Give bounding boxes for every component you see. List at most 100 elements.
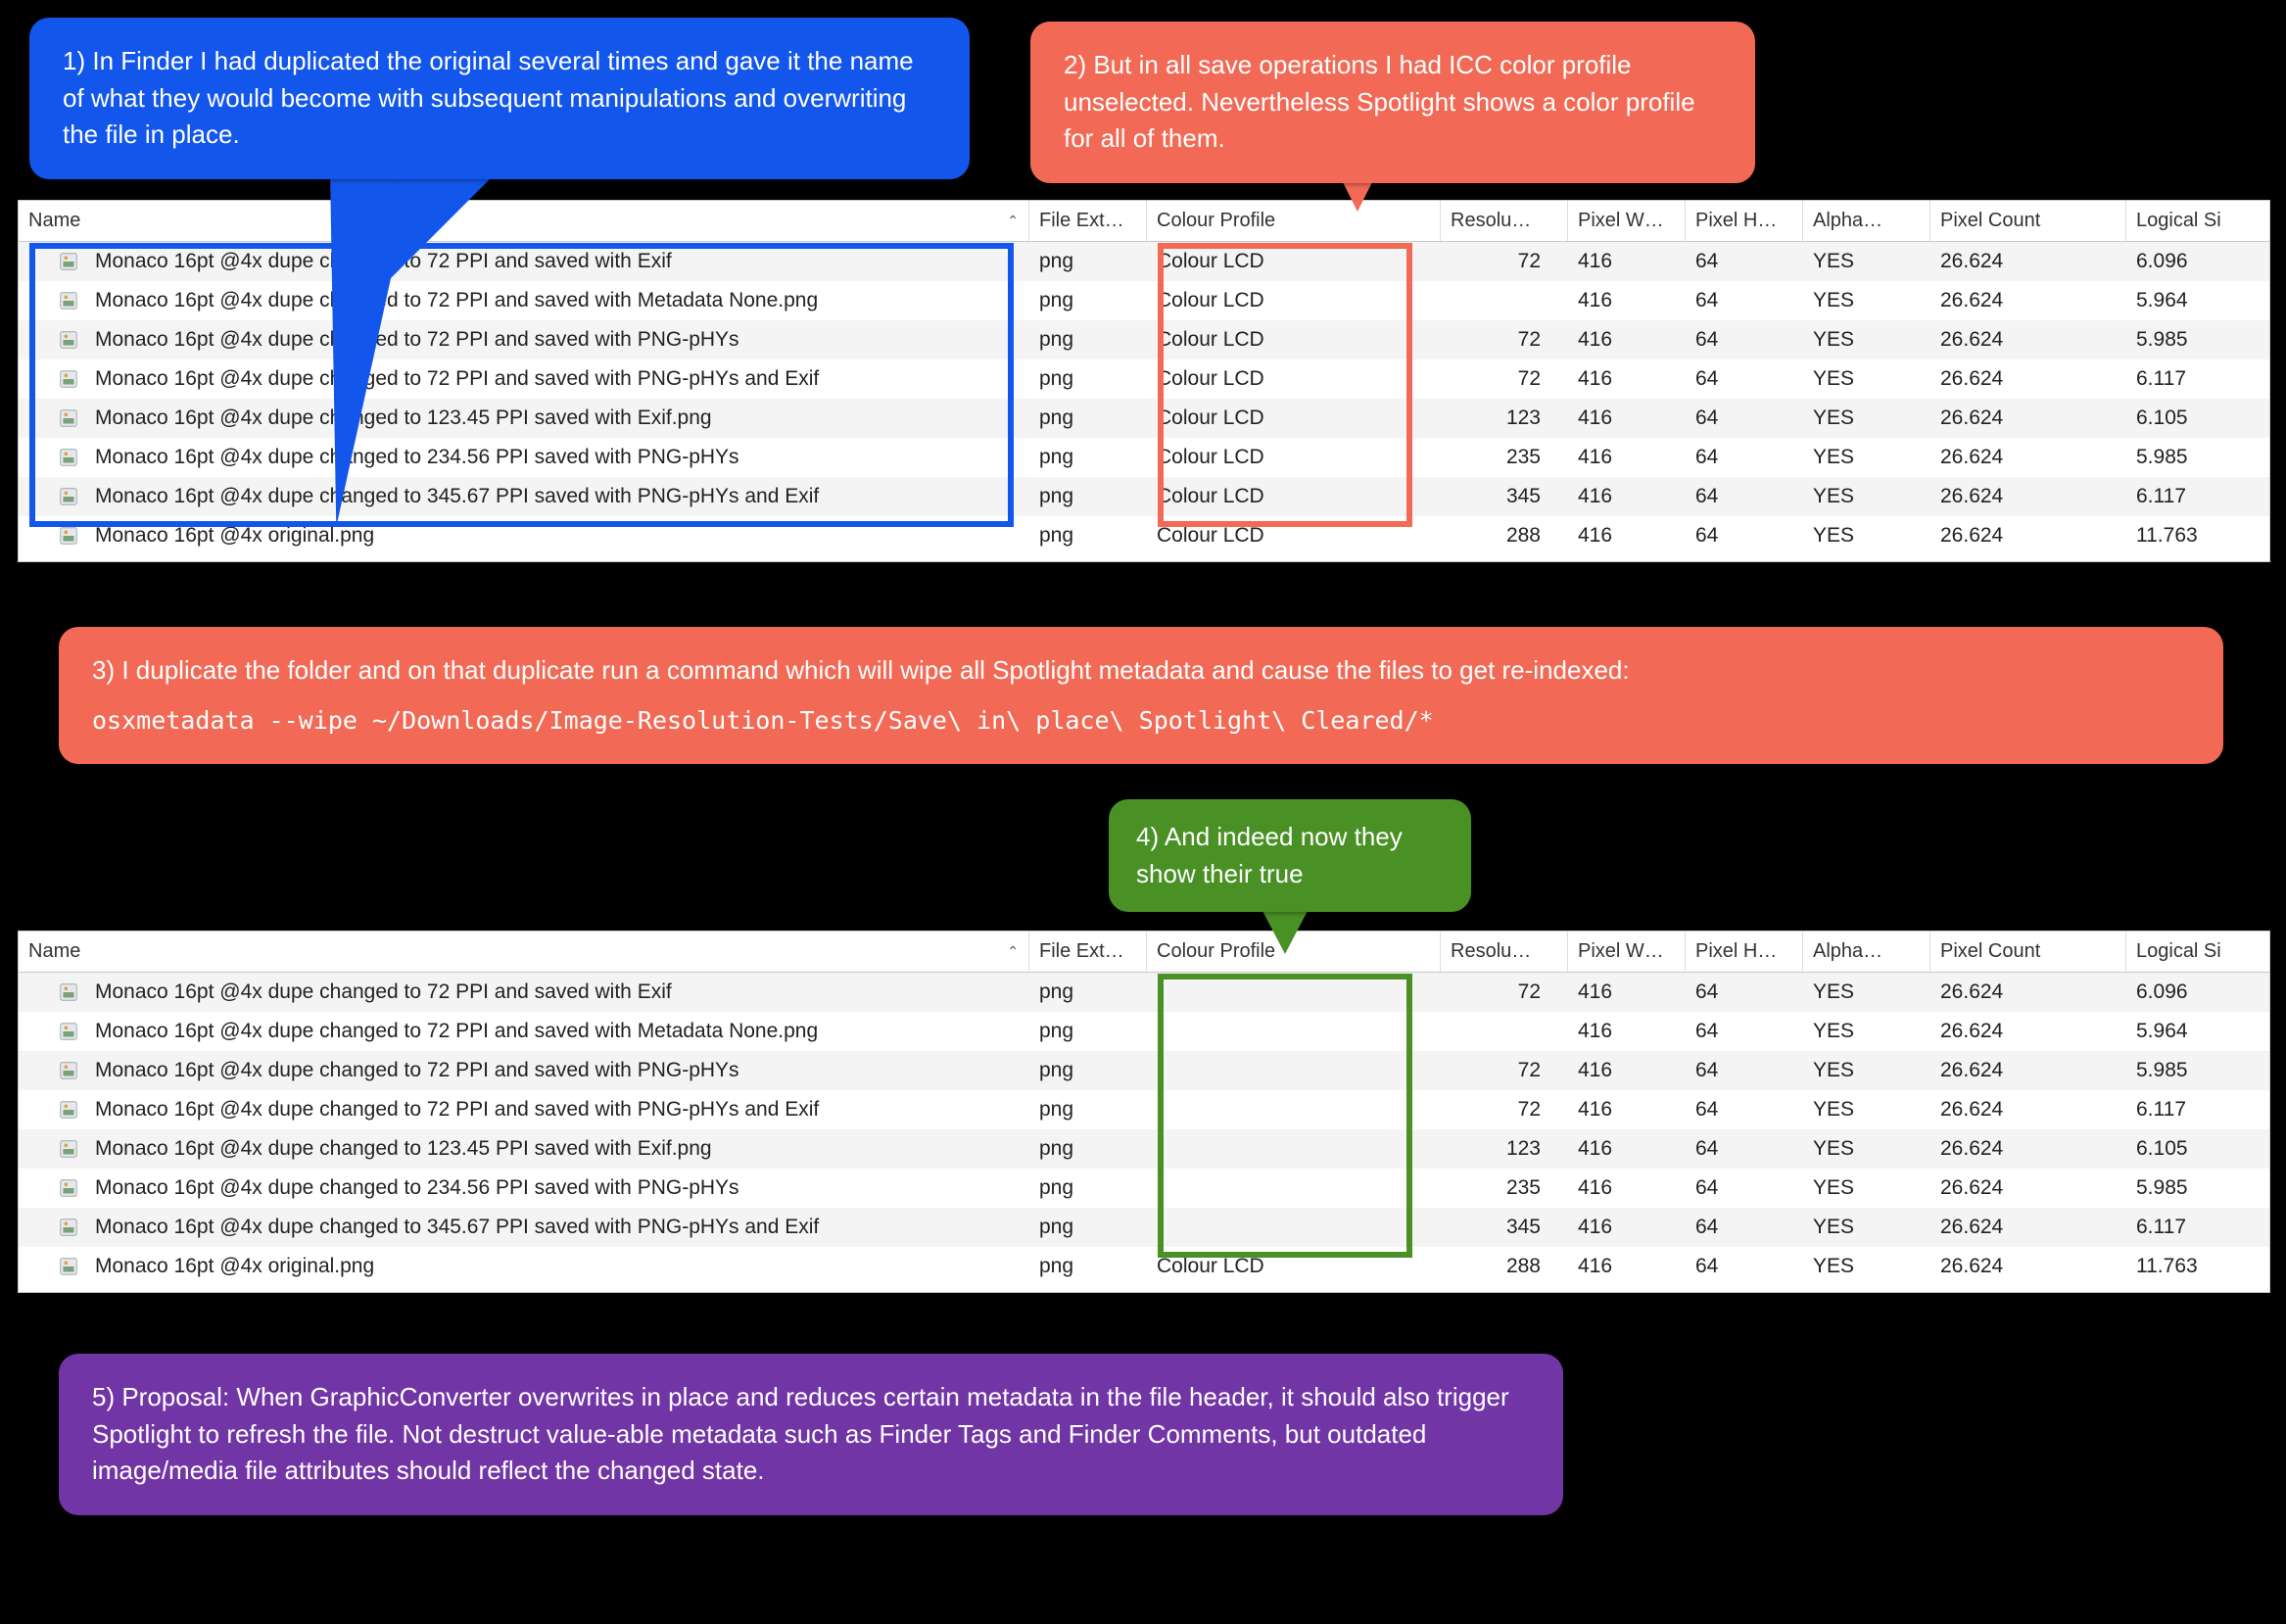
cell-colour-profile: Colour LCD [1147,446,1441,469]
cell-resolution: 72 [1441,250,1568,273]
cell-alpha: YES [1803,1020,1930,1043]
col-pixel-height[interactable]: Pixel H… [1686,931,1803,972]
cell-logical-size: 6.096 [2126,250,2263,273]
cell-colour-profile: Colour LCD [1147,406,1441,430]
cell-ext: png [1029,328,1147,352]
col-file-ext[interactable]: File Ext… [1029,201,1147,241]
table-row[interactable]: Monaco 16pt @4x dupe changed to 72 PPI a… [19,1090,2269,1129]
table-row[interactable]: Monaco 16pt @4x original.pngpngColour LC… [19,1247,2269,1286]
col-alpha[interactable]: Alpha… [1803,931,1930,972]
cell-logical-size: 6.117 [2126,367,2263,391]
cell-resolution: 123 [1441,406,1568,430]
cell-pixel-count: 26.624 [1930,1176,2126,1200]
cell-ext: png [1029,980,1147,1004]
col-pixel-width[interactable]: Pixel W… [1568,201,1686,241]
cell-pixel-count: 26.624 [1930,446,2126,469]
col-pixel-count[interactable]: Pixel Count [1930,201,2126,241]
cell-alpha: YES [1803,328,1930,352]
cell-pixel-height: 64 [1686,1255,1803,1278]
cell-resolution: 288 [1441,524,1568,548]
cell-alpha: YES [1803,1216,1930,1239]
table-row[interactable]: Monaco 16pt @4x dupe changed to 234.56 P… [19,1169,2269,1208]
cell-colour-profile: Colour LCD [1147,1255,1441,1278]
cell-ext: png [1029,1137,1147,1161]
col-pixel-width[interactable]: Pixel W… [1568,931,1686,972]
file-name: Monaco 16pt @4x dupe changed to 123.45 P… [95,406,712,430]
cell-pixel-height: 64 [1686,328,1803,352]
cell-logical-size: 5.985 [2126,1176,2263,1200]
col-resolution[interactable]: Resolu… [1441,201,1568,241]
cell-pixel-width: 416 [1568,328,1686,352]
file-name: Monaco 16pt @4x dupe changed to 234.56 P… [95,1176,739,1200]
cell-pixel-width: 416 [1568,1216,1686,1239]
speech-tail-icon [1262,909,1309,954]
cell-pixel-count: 26.624 [1930,328,2126,352]
col-name[interactable]: Name⌃ [19,201,1029,241]
file-name: Monaco 16pt @4x dupe changed to 72 PPI a… [95,289,818,312]
file-name: Monaco 16pt @4x dupe changed to 345.67 P… [95,1216,819,1239]
image-file-icon [56,1177,81,1199]
cell-logical-size: 5.985 [2126,328,2263,352]
cell-alpha: YES [1803,250,1930,273]
cell-resolution: 345 [1441,485,1568,508]
cell-pixel-width: 416 [1568,406,1686,430]
cell-alpha: YES [1803,1255,1930,1278]
cell-pixel-width: 416 [1568,289,1686,312]
cell-pixel-width: 416 [1568,485,1686,508]
cell-alpha: YES [1803,524,1930,548]
cell-resolution: 72 [1441,328,1568,352]
file-name: Monaco 16pt @4x dupe changed to 72 PPI a… [95,367,819,391]
cell-ext: png [1029,367,1147,391]
cell-ext: png [1029,1255,1147,1278]
cell-pixel-height: 64 [1686,367,1803,391]
file-name: Monaco 16pt @4x dupe changed to 72 PPI a… [95,1059,739,1082]
col-pixel-count[interactable]: Pixel Count [1930,931,2126,972]
cell-resolution: 123 [1441,1137,1568,1161]
image-file-icon [56,290,81,311]
col-logical-size[interactable]: Logical Si [2126,201,2263,241]
table-row[interactable]: Monaco 16pt @4x dupe changed to 72 PPI a… [19,973,2269,1012]
table-row[interactable]: Monaco 16pt @4x dupe changed to 123.45 P… [19,1129,2269,1169]
cell-resolution: 72 [1441,980,1568,1004]
cell-alpha: YES [1803,446,1930,469]
cell-pixel-count: 26.624 [1930,524,2126,548]
cell-pixel-height: 64 [1686,1137,1803,1161]
col-alpha[interactable]: Alpha… [1803,201,1930,241]
cell-pixel-count: 26.624 [1930,485,2126,508]
col-logical-size[interactable]: Logical Si [2126,931,2263,972]
cell-ext: png [1029,1059,1147,1082]
col-resolution[interactable]: Resolu… [1441,931,1568,972]
sort-asc-icon: ⌃ [1007,213,1019,229]
cell-alpha: YES [1803,1059,1930,1082]
cell-pixel-height: 64 [1686,524,1803,548]
cell-pixel-count: 26.624 [1930,367,2126,391]
cell-ext: png [1029,1216,1147,1239]
cell-alpha: YES [1803,406,1930,430]
cell-ext: png [1029,1176,1147,1200]
col-colour-profile[interactable]: Colour Profile [1147,201,1441,241]
cell-resolution: 72 [1441,1059,1568,1082]
col-file-ext[interactable]: File Ext… [1029,931,1147,972]
cell-resolution: 235 [1441,446,1568,469]
cell-ext: png [1029,1098,1147,1122]
cell-pixel-width: 416 [1568,1176,1686,1200]
cell-logical-size: 5.985 [2126,1059,2263,1082]
cell-pixel-height: 64 [1686,289,1803,312]
cell-logical-size: 6.105 [2126,406,2263,430]
image-file-icon [56,981,81,1003]
table-row[interactable]: Monaco 16pt @4x dupe changed to 72 PPI a… [19,1051,2269,1090]
col-name[interactable]: Name⌃ [19,931,1029,972]
cell-resolution: 235 [1441,1176,1568,1200]
table-row[interactable]: Monaco 16pt @4x dupe changed to 345.67 P… [19,1208,2269,1247]
cell-alpha: YES [1803,1098,1930,1122]
image-file-icon [56,1060,81,1081]
cell-colour-profile: Colour LCD [1147,250,1441,273]
col-pixel-height[interactable]: Pixel H… [1686,201,1803,241]
cell-pixel-count: 26.624 [1930,980,2126,1004]
cell-alpha: YES [1803,485,1930,508]
table-header: Name⌃ File Ext… Colour Profile Resolu… P… [19,931,2269,973]
table-row[interactable]: Monaco 16pt @4x dupe changed to 72 PPI a… [19,1012,2269,1051]
cell-ext: png [1029,485,1147,508]
cell-resolution: 288 [1441,1255,1568,1278]
cell-pixel-count: 26.624 [1930,1255,2126,1278]
